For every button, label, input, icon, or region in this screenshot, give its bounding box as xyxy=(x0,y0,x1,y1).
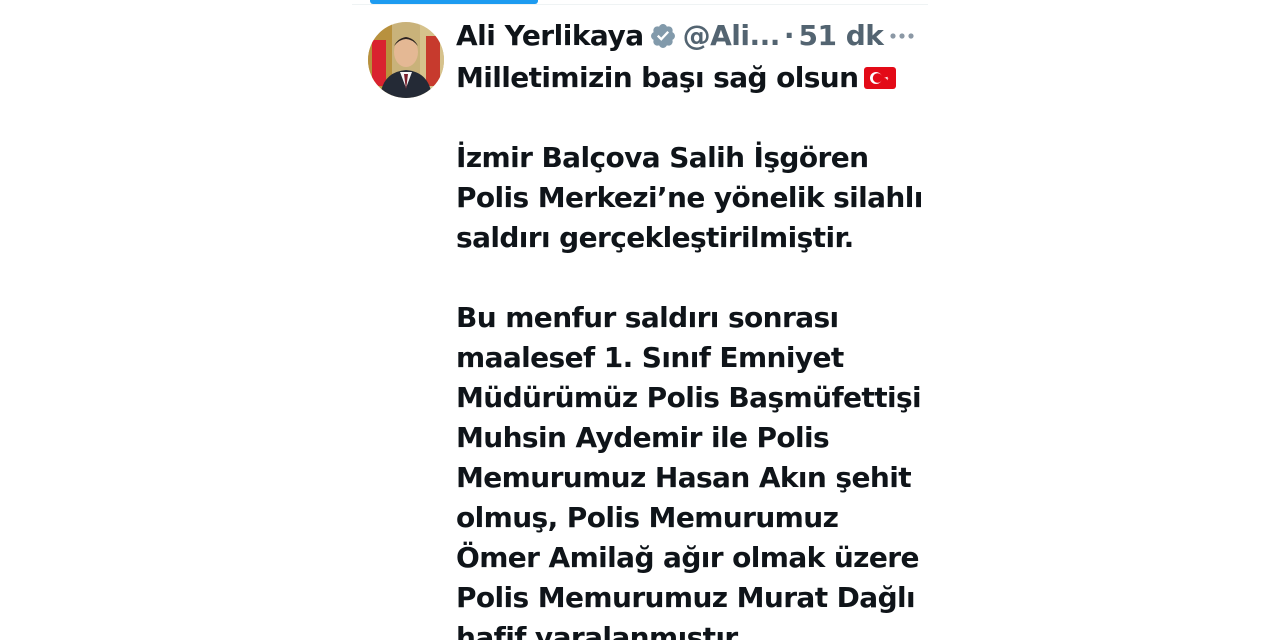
tweet-line: Müdürümüz Polis Başmüfettişi xyxy=(456,381,922,414)
active-tab-indicator xyxy=(370,0,538,4)
avatar[interactable] xyxy=(368,22,444,98)
tweet-line: Polis Merkezi’ne yönelik silahlı xyxy=(456,181,923,214)
tweet-line: Memurumuz Hasan Akın şehit xyxy=(456,461,912,494)
tweet-line: hafif yaralanmıştır. xyxy=(456,621,744,640)
tweet-line: Muhsin Aydemir ile Polis xyxy=(456,421,830,454)
separator: · xyxy=(783,19,795,52)
avatar-image xyxy=(368,22,444,98)
tweet-text: Milletimizin başı sağ olsun İzmir Balçov… xyxy=(456,58,924,640)
tweet-line: olmuş, Polis Memurumuz xyxy=(456,501,839,534)
author-handle[interactable]: @Ali... xyxy=(683,14,781,58)
turkish-flag-icon xyxy=(864,60,897,89)
tweet-line: İzmir Balçova Salih İşgören xyxy=(456,141,869,174)
tweet-first-line-text: Milletimizin başı sağ olsun xyxy=(456,61,859,94)
tweet-line: maalesef 1. Sınıf Emniyet xyxy=(456,341,844,374)
tweet-body: Ali Yerlikaya @Ali... · 51 dk Milletimiz… xyxy=(456,14,924,640)
post-time[interactable]: 51 dk xyxy=(799,14,884,58)
more-icon xyxy=(890,33,914,39)
author-name[interactable]: Ali Yerlikaya xyxy=(456,14,644,58)
tweet-line: Ömer Amilağ ağır olmak üzere xyxy=(456,541,919,574)
verified-badge-icon xyxy=(649,22,677,50)
divider xyxy=(352,4,928,5)
more-options-button[interactable] xyxy=(884,26,920,46)
tweet-line: Polis Memurumuz Murat Dağlı xyxy=(456,581,916,614)
tweet-column: Ali Yerlikaya @Ali... · 51 dk Milletimiz… xyxy=(352,0,928,640)
tweet-line: Bu menfur saldırı sonrası xyxy=(456,301,839,334)
tweet-line: saldırı gerçekleştirilmiştir. xyxy=(456,221,854,254)
tweet-header: Ali Yerlikaya @Ali... · 51 dk xyxy=(456,14,924,58)
tweet-first-line: Milletimizin başı sağ olsun xyxy=(456,58,924,98)
